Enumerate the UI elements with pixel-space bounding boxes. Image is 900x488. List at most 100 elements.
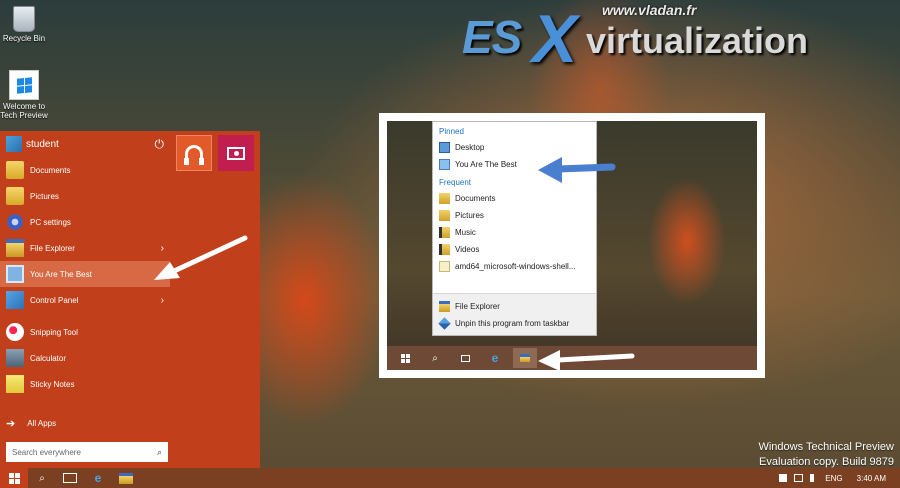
chevron-right-icon[interactable]: › — [161, 295, 164, 306]
windows-logo-icon — [400, 353, 410, 363]
inset-start-button[interactable] — [393, 348, 417, 368]
power-icon[interactable]: ⏻ — [155, 137, 165, 152]
jumplist-item-desktop[interactable]: Desktop — [433, 139, 596, 156]
menu-item-label: Control Panel — [30, 295, 79, 305]
jumplist-item-label: You Are The Best — [455, 160, 517, 169]
jumplist-item-pictures[interactable]: Pictures — [433, 207, 596, 224]
arrow-right-icon: ➔ — [6, 418, 16, 430]
sticky-notes-icon — [6, 375, 24, 393]
menu-item-label: Calculator — [30, 353, 67, 363]
search-placeholder: Search everywhere — [12, 447, 81, 457]
windows-logo-icon — [8, 472, 20, 484]
all-apps-button[interactable]: ➔ All Apps — [6, 417, 56, 430]
menu-item-label: You Are The Best — [30, 269, 92, 279]
watermark-virtualization: virtualization — [586, 20, 809, 61]
recycle-bin-icon — [13, 6, 35, 32]
watermark-es: ES — [462, 11, 522, 63]
menu-item-calculator[interactable]: Calculator — [0, 345, 170, 371]
clock[interactable]: 3:40 AM — [857, 474, 886, 483]
jumplist-item-shell-file[interactable]: amd64_microsoft-windows-shell... — [433, 258, 596, 275]
menu-item-label: Snipping Tool — [30, 327, 78, 337]
app-taskbar-icon — [520, 354, 530, 362]
task-view-button[interactable] — [56, 468, 84, 488]
windows-logo-icon — [9, 70, 39, 100]
file-explorer-icon — [6, 239, 24, 257]
folder-icon — [439, 193, 450, 204]
menu-item-control-panel[interactable]: Control Panel › — [0, 287, 170, 313]
search-input[interactable]: Search everywhere ⌕ — [6, 442, 168, 462]
internet-explorer-button[interactable]: e — [84, 468, 112, 488]
annotation-arrow-blue — [538, 157, 616, 183]
video-icon — [227, 146, 245, 160]
watermark-x: X — [532, 1, 578, 77]
jumplist-action-label: File Explorer — [455, 302, 500, 311]
system-tray: ENG 3:40 AM — [772, 474, 900, 483]
menu-item-pictures[interactable]: Pictures — [0, 183, 170, 209]
calculator-icon — [6, 349, 24, 367]
network-icon[interactable] — [794, 474, 804, 482]
internet-explorer-icon: e — [94, 471, 102, 485]
folder-icon — [6, 187, 24, 205]
menu-item-label: Pictures — [30, 191, 59, 201]
jumplist-pinned-header: Pinned — [439, 127, 464, 136]
music-folder-icon — [439, 227, 450, 238]
recycle-bin-label: Recycle Bin — [2, 34, 46, 43]
internet-explorer-icon: e — [491, 351, 499, 365]
search-button[interactable]: ⌕ — [28, 468, 56, 488]
recycle-bin-desktop-icon[interactable]: Recycle Bin — [0, 6, 52, 43]
welcome-label: Welcome to Tech Preview — [0, 102, 48, 120]
jump-list: Pinned Desktop You Are The Best Frequent… — [432, 121, 597, 336]
all-apps-label: All Apps — [27, 419, 57, 428]
jumplist-action-unpin[interactable]: Unpin this program from taskbar — [433, 315, 596, 332]
folder-icon — [439, 210, 450, 221]
app-taskbar-button[interactable] — [112, 468, 140, 488]
flag-icon[interactable] — [779, 474, 788, 482]
app-icon — [439, 159, 450, 170]
menu-item-documents[interactable]: Documents — [0, 157, 170, 183]
unpin-icon — [438, 317, 451, 330]
evaluation-watermark: Windows Technical Preview Evaluation cop… — [758, 440, 894, 470]
menu-item-label: File Explorer — [30, 243, 75, 253]
search-icon: ⌕ — [39, 472, 45, 484]
video-tile[interactable] — [218, 135, 254, 171]
jumplist-action-file-explorer[interactable]: File Explorer — [433, 298, 596, 315]
jumplist-item-label: Music — [455, 228, 476, 237]
task-view-icon — [63, 473, 77, 483]
menu-item-label: PC settings — [30, 217, 71, 227]
jumplist-item-videos[interactable]: Videos — [433, 241, 596, 258]
menu-item-pc-settings[interactable]: PC settings — [0, 209, 170, 235]
task-view-icon — [460, 354, 470, 362]
watermark-url: www.vladan.fr — [602, 2, 697, 18]
desktop-icon — [439, 142, 450, 153]
snipping-tool-icon — [6, 323, 24, 341]
inset-app-button[interactable] — [513, 348, 537, 368]
jumplist-item-label: Documents — [455, 194, 496, 203]
start-menu-list: student ⏻ Documents Pictures PC settings… — [0, 131, 170, 468]
jumplist-item-music[interactable]: Music — [433, 224, 596, 241]
language-indicator[interactable]: ENG — [825, 474, 842, 483]
video-folder-icon — [439, 244, 450, 255]
user-row[interactable]: student ⏻ — [0, 131, 170, 157]
inset-ie-button[interactable]: e — [483, 348, 507, 368]
annotation-arrow-taskbar — [538, 350, 635, 371]
inset-search-button[interactable]: ⌕ — [423, 348, 447, 368]
inset-screenshot: Pinned Desktop You Are The Best Frequent… — [379, 113, 765, 378]
menu-item-snipping-tool[interactable]: Snipping Tool — [0, 319, 170, 345]
control-panel-icon — [6, 291, 24, 309]
music-tile[interactable] — [176, 135, 212, 171]
app-icon — [6, 265, 24, 283]
avatar — [6, 136, 22, 152]
start-button[interactable] — [0, 468, 28, 488]
menu-item-sticky-notes[interactable]: Sticky Notes — [0, 371, 170, 397]
welcome-desktop-icon[interactable]: Welcome to Tech Preview — [0, 70, 52, 120]
volume-icon[interactable] — [810, 474, 818, 482]
menu-item-label: Documents — [30, 165, 71, 175]
folder-icon — [6, 161, 24, 179]
inset-task-view-button[interactable] — [453, 348, 477, 368]
menu-item-you-are-the-best[interactable]: You Are The Best › — [0, 261, 170, 287]
jumplist-item-documents[interactable]: Documents — [433, 190, 596, 207]
search-icon: ⌕ — [156, 446, 162, 457]
headphones-icon — [184, 145, 204, 165]
menu-item-file-explorer[interactable]: File Explorer › — [0, 235, 170, 261]
jumplist-item-label: Pictures — [455, 211, 484, 220]
